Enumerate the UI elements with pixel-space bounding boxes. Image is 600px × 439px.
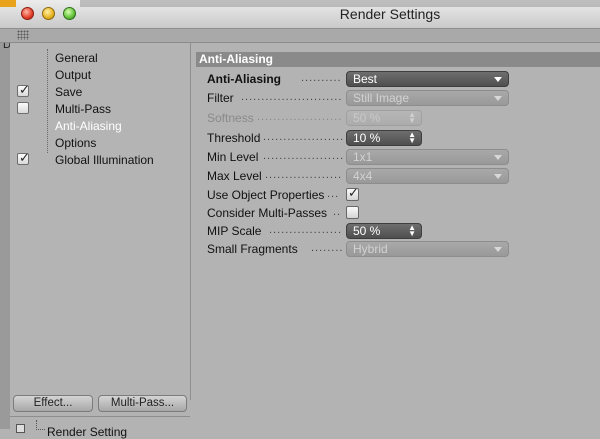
settings-nav-panel: General Output ✓ Save Multi-Pass Anti-Al… <box>10 43 191 439</box>
max-level-value: 4x4 <box>353 169 373 183</box>
nav-item-multi-pass[interactable]: Multi-Pass <box>10 101 190 117</box>
mip-scale-row: MIP Scale .................. 50 % ▲ ▼ <box>193 223 600 240</box>
title-bar: Render Settings <box>0 0 600 29</box>
leader-dots: .................... <box>263 131 343 143</box>
nav-item-label: Global Illumination <box>55 153 154 167</box>
leader-dots: ........ <box>311 242 343 254</box>
mip-scale-spinner[interactable]: 50 % ▲ ▼ <box>346 223 422 239</box>
nav-item-output[interactable]: Output <box>10 67 190 83</box>
nav-item-label: Output <box>55 68 92 82</box>
consider-multi-passes-row: Consider Multi-Passes .. <box>193 205 600 222</box>
leader-dots: .. <box>333 206 342 218</box>
check-mark-icon: ✓ <box>19 82 30 97</box>
nav-item-global-illumination[interactable]: ✓ Global Illumination <box>10 150 190 168</box>
leader-dots: ... <box>327 188 340 200</box>
small-fragments-dropdown[interactable]: Hybrid <box>346 241 509 257</box>
leader-dots: .......................... <box>241 91 343 103</box>
render-setting-item[interactable]: Render Setting <box>47 425 127 439</box>
filter-label: Filter <box>207 91 234 105</box>
threshold-label: Threshold <box>207 131 261 145</box>
section-header: Anti-Aliasing <box>196 52 600 67</box>
use-object-properties-label: Use Object Properties <box>207 188 325 202</box>
effect-button[interactable]: Effect... <box>13 395 93 412</box>
min-level-dropdown[interactable]: 1x1 <box>346 149 509 165</box>
threshold-row: Threshold .................... 10 % ▲ ▼ <box>193 130 600 147</box>
save-enable-checkbox[interactable]: ✓ <box>17 82 30 97</box>
check-mark-icon: ✓ <box>19 150 30 165</box>
leader-dots: .................... <box>263 150 343 162</box>
leader-dots: .......... <box>301 72 342 84</box>
window-title: Render Settings <box>339 6 441 22</box>
anti-aliasing-settings-panel: Anti-Aliasing Anti-Aliasing .......... B… <box>193 43 600 400</box>
anti-aliasing-row: Anti-Aliasing .......... Best <box>193 71 600 88</box>
softness-spinner[interactable]: 50 % ▲ ▼ <box>346 110 422 126</box>
chevron-down-icon <box>494 96 502 101</box>
filter-dropdown[interactable]: Still Image <box>346 90 509 106</box>
multi-pass-enable-checkbox[interactable] <box>17 102 29 114</box>
multi-pass-button[interactable]: Multi-Pass... <box>98 395 187 412</box>
small-fragments-value: Hybrid <box>353 242 388 256</box>
nav-item-options[interactable]: Options <box>10 135 190 151</box>
leader-dots: ...................... <box>257 111 343 123</box>
max-level-label: Max Level <box>207 169 262 183</box>
leader-dots: ................... <box>265 169 343 181</box>
nav-item-label: Anti-Aliasing <box>55 119 122 133</box>
tree-connector <box>36 420 45 430</box>
spinner-arrows-icon[interactable]: ▲ ▼ <box>408 224 416 238</box>
toolbar <box>0 29 600 43</box>
mip-scale-value: 50 % <box>353 224 381 238</box>
chevron-down-icon <box>494 174 502 179</box>
max-level-dropdown[interactable]: 4x4 <box>346 168 509 184</box>
small-fragments-label: Small Fragments <box>207 242 298 256</box>
grip-icon[interactable] <box>17 30 29 40</box>
use-object-properties-row: Use Object Properties ... ✓ <box>193 185 600 204</box>
small-fragments-row: Small Fragments ........ Hybrid <box>193 241 600 258</box>
nav-item-anti-aliasing[interactable]: Anti-Aliasing <box>10 118 190 134</box>
nav-item-label: General <box>55 51 98 65</box>
chevron-down-icon <box>494 247 502 252</box>
filter-row: Filter .......................... Still … <box>193 90 600 107</box>
chevron-down-icon <box>494 77 502 82</box>
mip-scale-label: MIP Scale <box>207 224 262 238</box>
min-level-row: Min Level .................... 1x1 <box>193 149 600 166</box>
threshold-value: 10 % <box>353 131 381 145</box>
divider <box>10 416 190 417</box>
render-setting-icon[interactable] <box>16 424 25 433</box>
consider-multi-passes-label: Consider Multi-Passes <box>207 206 328 220</box>
nav-item-general[interactable]: General <box>10 50 190 66</box>
filter-value: Still Image <box>353 91 410 105</box>
use-object-properties-checkbox[interactable]: ✓ <box>346 185 359 201</box>
max-level-row: Max Level ................... 4x4 <box>193 168 600 185</box>
consider-multi-passes-checkbox[interactable] <box>346 206 359 219</box>
chevron-down-icon <box>494 155 502 160</box>
anti-aliasing-dropdown[interactable]: Best <box>346 71 509 87</box>
nav-item-label: Multi-Pass <box>55 102 112 116</box>
softness-value: 50 % <box>353 111 381 125</box>
check-mark-icon: ✓ <box>348 185 359 200</box>
background-window-edge <box>0 29 10 429</box>
nav-item-label: Save <box>55 85 83 99</box>
threshold-spinner[interactable]: 10 % ▲ ▼ <box>346 130 422 146</box>
leader-dots: .................. <box>269 224 343 236</box>
spinner-arrows-icon[interactable]: ▲ ▼ <box>408 111 416 125</box>
min-level-value: 1x1 <box>353 150 373 164</box>
nav-item-save[interactable]: ✓ Save <box>10 82 190 100</box>
nav-item-label: Options <box>55 136 97 150</box>
spinner-arrows-icon[interactable]: ▲ ▼ <box>408 131 416 145</box>
min-level-label: Min Level <box>207 150 259 164</box>
softness-label: Softness <box>207 111 254 125</box>
global-illumination-enable-checkbox[interactable]: ✓ <box>17 150 30 165</box>
anti-aliasing-value: Best <box>353 72 378 86</box>
anti-aliasing-label: Anti-Aliasing <box>207 72 281 86</box>
softness-row: Softness ...................... 50 % ▲ ▼ <box>193 110 600 127</box>
